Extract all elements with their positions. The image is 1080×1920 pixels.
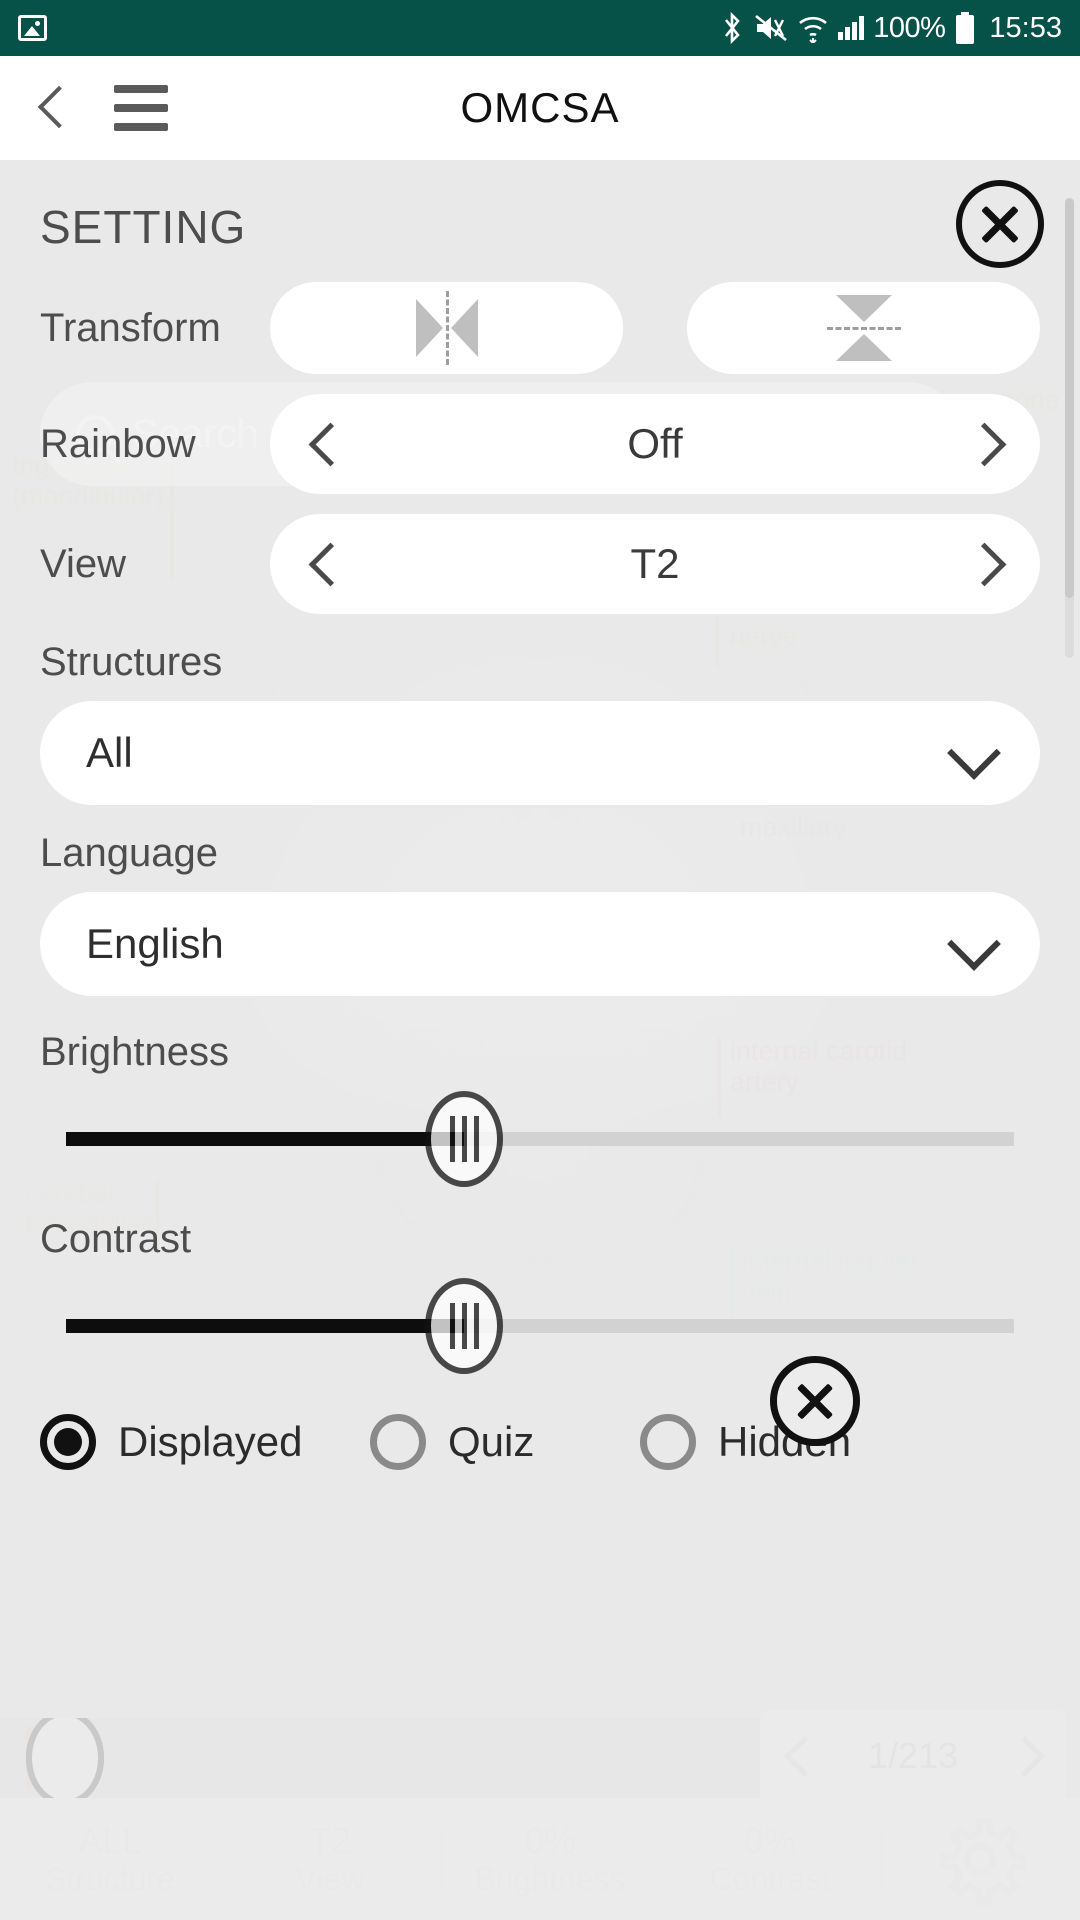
contrast-slider[interactable] [40,1278,1040,1374]
status-bar: 100% 15:53 [0,0,1080,56]
radio-label: Quiz [448,1418,535,1465]
slider-thumb[interactable] [425,1278,504,1374]
battery-icon [956,12,975,44]
slider-thumb[interactable] [425,1091,504,1187]
status-bar-right: 100% 15:53 [719,11,1062,45]
close-icon [793,1379,837,1423]
brightness-label: Brightness [40,1030,229,1074]
radio-quiz[interactable]: Quiz [370,1414,640,1470]
gallery-icon [18,15,47,41]
chevron-right-icon[interactable] [974,541,1000,587]
flip-horizontal-icon [410,291,484,365]
structures-value: All [86,729,133,776]
view-stepper[interactable]: T2 [270,514,1040,614]
flip-vertical-icon [826,291,901,365]
flip-horizontal-button[interactable] [270,282,623,374]
wifi-icon [799,16,828,43]
chevron-down-icon [952,732,994,774]
page-title: OMCSA [460,84,620,131]
close-settings-button[interactable] [956,180,1044,268]
view-row: View T2 [40,514,1040,614]
view-value: T2 [630,540,680,587]
radio-icon [40,1414,96,1470]
mute-vibrate-icon [755,14,788,42]
chevron-right-icon[interactable] [974,421,1000,467]
close-icon [977,201,1023,247]
close-panel-button[interactable] [770,1356,860,1446]
language-value: English [86,920,224,967]
battery-percent: 100% [873,11,946,44]
structures-select[interactable]: All [40,701,1040,805]
slider-fill [66,1132,465,1146]
transform-row: Transform [40,282,1040,374]
settings-title-row: SETTING [40,180,1044,268]
radio-displayed[interactable]: Displayed [40,1414,370,1470]
flip-vertical-button[interactable] [687,282,1040,374]
display-mode-group: Displayed Quiz Hidden [40,1414,1040,1470]
radio-icon [640,1414,696,1470]
contrast-label: Contrast [40,1217,192,1261]
slider-fill [66,1319,465,1333]
app-bar: OMCSA [0,56,1080,160]
rainbow-value: Off [627,420,683,467]
signal-icon [838,16,865,40]
bluetooth-icon [725,11,740,45]
transform-label: Transform [40,305,221,350]
settings-overlay: Search for SEARCH SETTING Transform [0,160,1080,1920]
settings-panel: SETTING Transform Rainbow Off View T2 St… [0,160,1080,1470]
chevron-down-icon [952,923,994,965]
status-bar-left [18,15,47,41]
settings-title: SETTING [40,201,247,253]
chevron-left-icon[interactable] [310,421,336,467]
radio-icon [370,1414,426,1470]
chevron-left-icon[interactable] [310,541,336,587]
rainbow-row: Rainbow Off [40,394,1040,494]
rainbow-label: Rainbow [40,421,196,466]
language-label: Language [40,831,218,875]
transform-buttons [270,282,1040,374]
view-label: View [40,541,126,586]
brightness-slider[interactable] [40,1091,1040,1187]
structures-label: Structures [40,640,223,684]
radio-label: Displayed [118,1418,303,1465]
rainbow-stepper[interactable]: Off [270,394,1040,494]
clock: 15:53 [989,11,1062,44]
language-select[interactable]: English [40,892,1040,996]
